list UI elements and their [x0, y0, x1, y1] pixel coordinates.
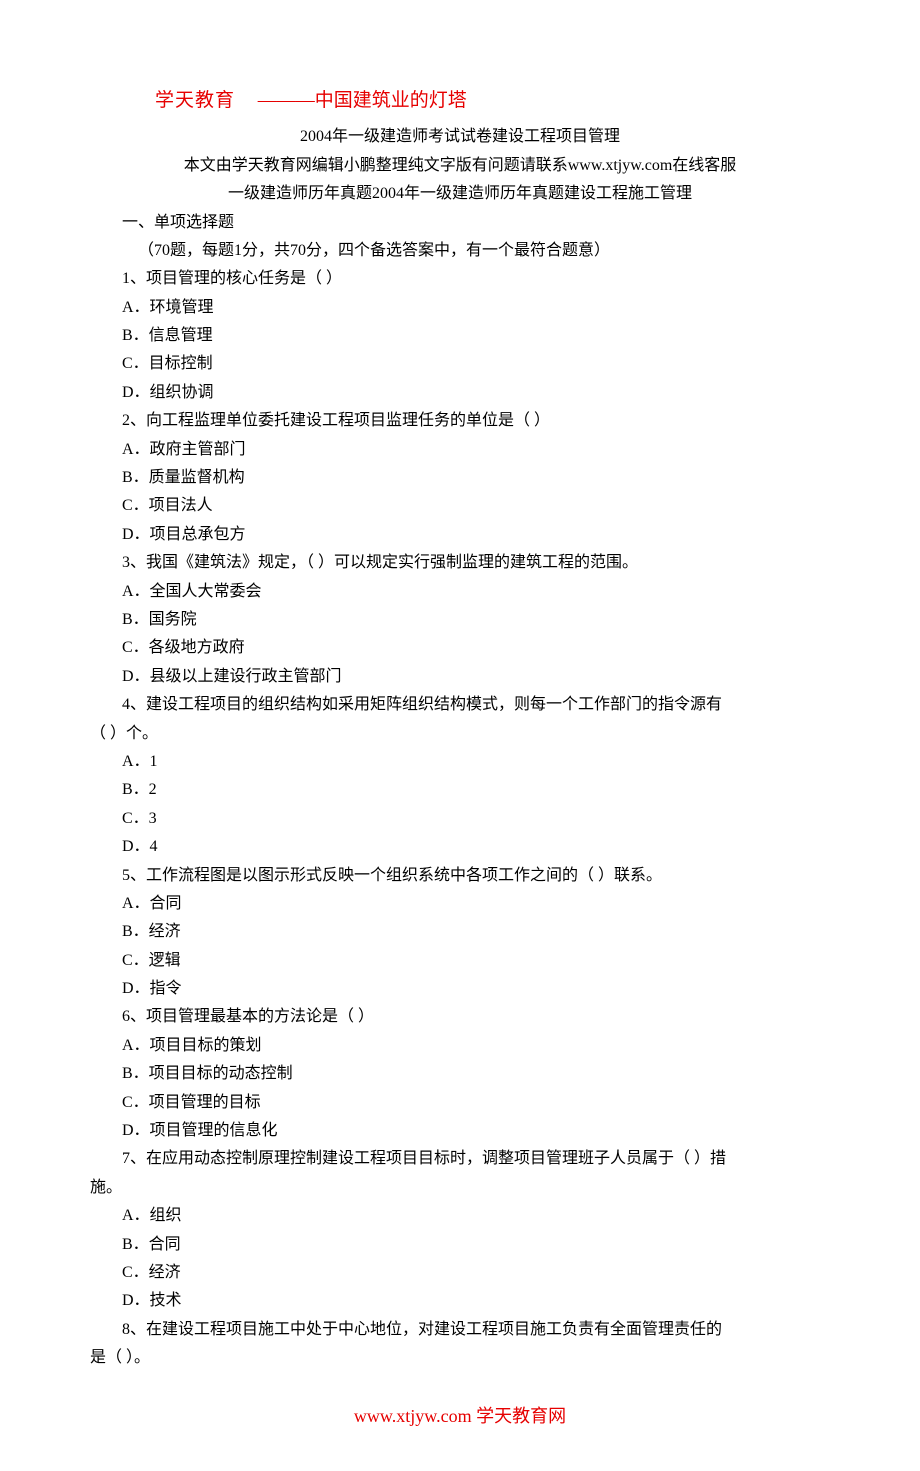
- q2-option-b: B．质量监督机构: [122, 465, 830, 491]
- q5-option-c: C．逻辑: [122, 948, 830, 974]
- q2-option-c: C．项目法人: [122, 493, 830, 519]
- q5-option-d: D．指令: [122, 976, 830, 1002]
- q4-option-c: C．3: [122, 806, 830, 832]
- q4-option-a: A．1: [122, 749, 830, 775]
- q7-option-a: A．组织: [122, 1203, 830, 1229]
- q7-option-c: C．经济: [122, 1260, 830, 1286]
- q4-option-d: D．4: [122, 834, 830, 860]
- document-page: 学天教育 ———中国建筑业的灯塔 2004年一级建造师考试试卷建设工程项目管理 …: [0, 0, 920, 1471]
- document-subtitle-2: 一级建造师历年真题2004年一级建造师历年真题建设工程施工管理: [90, 181, 830, 207]
- q1-option-d: D．组织协调: [122, 380, 830, 406]
- q4-stem-line1: 4、建设工程项目的组织结构如采用矩阵组织结构模式，则每一个工作部门的指令源有: [122, 692, 830, 718]
- q3-option-c: C．各级地方政府: [122, 635, 830, 661]
- q5-option-b: B．经济: [122, 919, 830, 945]
- document-subtitle-1: 本文由学天教育网编辑小鹏整理纯文字版有问题请联系www.xtjyw.com在线客…: [90, 153, 830, 179]
- q2-option-d: D．项目总承包方: [122, 522, 830, 548]
- q1-option-a: A．环境管理: [122, 295, 830, 321]
- q2-stem: 2、向工程监理单位委托建设工程项目监理任务的单位是（ ）: [122, 408, 830, 434]
- q3-option-b: B．国务院: [122, 607, 830, 633]
- q6-stem: 6、项目管理最基本的方法论是（ ）: [122, 1004, 830, 1030]
- q6-option-a: A．项目目标的策划: [122, 1033, 830, 1059]
- q1-stem: 1、项目管理的核心任务是（ ）: [122, 266, 830, 292]
- q1-option-b: B．信息管理: [122, 323, 830, 349]
- q6-option-c: C．项目管理的目标: [122, 1090, 830, 1116]
- q4-option-b: B．2: [122, 777, 830, 803]
- page-header: 学天教育 ———中国建筑业的灯塔: [155, 85, 830, 116]
- q5-stem: 5、工作流程图是以图示形式反映一个组织系统中各项工作之间的（ ）联系。: [122, 863, 830, 889]
- q4-stem-line2: （ ）个。: [90, 721, 830, 747]
- section-hint: （70题，每题1分，共70分，四个备选答案中，有一个最符合题意）: [138, 238, 830, 264]
- brand-tagline: ———中国建筑业的灯塔: [258, 90, 467, 111]
- document-title: 2004年一级建造师考试试卷建设工程项目管理: [90, 124, 830, 150]
- section-heading: 一、单项选择题: [122, 210, 830, 236]
- q6-option-b: B．项目目标的动态控制: [122, 1061, 830, 1087]
- q8-stem-line1: 8、在建设工程项目施工中处于中心地位，对建设工程项目施工负责有全面管理责任的: [122, 1317, 830, 1343]
- page-footer: www.xtjyw.com 学天教育网: [90, 1402, 830, 1432]
- q6-option-d: D．项目管理的信息化: [122, 1118, 830, 1144]
- q7-option-b: B．合同: [122, 1232, 830, 1258]
- q3-stem: 3、我国《建筑法》规定，（ ）可以规定实行强制监理的建筑工程的范围。: [122, 550, 830, 576]
- q3-option-d: D．县级以上建设行政主管部门: [122, 664, 830, 690]
- q8-stem-line2: 是（ ）。: [90, 1345, 830, 1371]
- q7-stem-line2: 施。: [90, 1175, 830, 1201]
- brand-name: 学天教育: [155, 90, 235, 111]
- q5-option-a: A．合同: [122, 891, 830, 917]
- q7-stem-line1: 7、在应用动态控制原理控制建设工程项目目标时，调整项目管理班子人员属于（ ）措: [122, 1146, 830, 1172]
- q1-option-c: C．目标控制: [122, 351, 830, 377]
- q3-option-a: A．全国人大常委会: [122, 579, 830, 605]
- q2-option-a: A．政府主管部门: [122, 437, 830, 463]
